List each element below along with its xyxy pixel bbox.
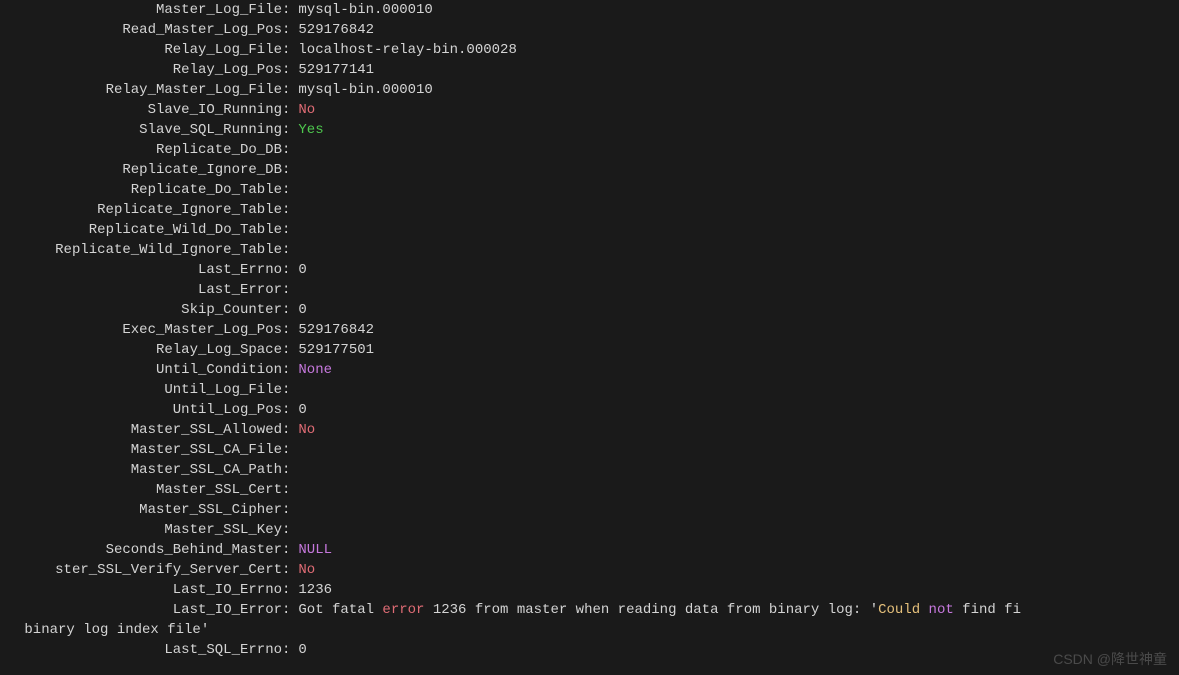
status-value: [290, 240, 298, 260]
status-label: Master_SSL_CA_Path: [0, 460, 282, 480]
status-value: NULL: [290, 540, 332, 560]
status-row-last-sql-errno: Last_SQL_Errno:0: [0, 640, 1179, 660]
status-value: [290, 380, 298, 400]
status-value: [290, 480, 298, 500]
status-value: [290, 200, 298, 220]
status-value: 529177141: [290, 60, 374, 80]
status-row: Last_Error:: [0, 280, 1179, 300]
status-label: Master_SSL_CA_File: [0, 440, 282, 460]
status-label: Relay_Master_Log_File: [0, 80, 282, 100]
status-value: [290, 440, 298, 460]
status-row: Relay_Master_Log_File:mysql-bin.000010: [0, 80, 1179, 100]
status-row: Master_SSL_CA_Path:: [0, 460, 1179, 480]
status-value: [290, 500, 298, 520]
status-value: 0: [290, 640, 306, 660]
status-label: Last_IO_Errno: [0, 580, 282, 600]
status-row: Replicate_Ignore_Table:: [0, 200, 1179, 220]
status-label: Exec_Master_Log_Pos: [0, 320, 282, 340]
status-value: 0: [290, 400, 306, 420]
status-label: Slave_SQL_Running: [0, 120, 282, 140]
status-value: mysql-bin.000010: [290, 0, 432, 20]
status-value: [290, 140, 298, 160]
status-row: Relay_Log_Pos:529177141: [0, 60, 1179, 80]
status-label: Last_IO_Error: [0, 600, 282, 620]
status-row: Relay_Log_File:localhost-relay-bin.00002…: [0, 40, 1179, 60]
status-row: Replicate_Ignore_DB:: [0, 160, 1179, 180]
status-row: Exec_Master_Log_Pos:529176842: [0, 320, 1179, 340]
status-row: Until_Log_Pos:0: [0, 400, 1179, 420]
status-label: Last_SQL_Errno: [0, 640, 282, 660]
status-label: Relay_Log_File: [0, 40, 282, 60]
status-row: Master_Log_File:mysql-bin.000010: [0, 0, 1179, 20]
status-row: Slave_IO_Running:No: [0, 100, 1179, 120]
status-value: [290, 220, 298, 240]
status-row: Until_Log_File:: [0, 380, 1179, 400]
status-label: Master_Log_File: [0, 0, 282, 20]
status-label: Replicate_Ignore_DB: [0, 160, 282, 180]
status-row: Master_SSL_Allowed:No: [0, 420, 1179, 440]
status-label: Replicate_Do_DB: [0, 140, 282, 160]
status-value: No: [290, 560, 315, 580]
status-value: 0: [290, 300, 306, 320]
status-value: 529177501: [290, 340, 374, 360]
status-label: Master_SSL_Cert: [0, 480, 282, 500]
status-value: 1236: [290, 580, 332, 600]
status-row: Last_IO_Errno:1236: [0, 580, 1179, 600]
status-row: Slave_SQL_Running:Yes: [0, 120, 1179, 140]
status-row: Relay_Log_Space:529177501: [0, 340, 1179, 360]
status-label: Master_SSL_Allowed: [0, 420, 282, 440]
status-value: localhost-relay-bin.000028: [290, 40, 516, 60]
status-label: Replicate_Wild_Do_Table: [0, 220, 282, 240]
status-row: Replicate_Do_Table:: [0, 180, 1179, 200]
status-row: Read_Master_Log_Pos:529176842: [0, 20, 1179, 40]
status-label: Last_Errno: [0, 260, 282, 280]
status-row: Skip_Counter:0: [0, 300, 1179, 320]
status-label: Last_Error: [0, 280, 282, 300]
status-row: Master_SSL_Cipher:: [0, 500, 1179, 520]
status-value: [290, 160, 298, 180]
status-label: Master_SSL_Cipher: [0, 500, 282, 520]
status-row-last-io-error: Last_IO_Error:Got fatal error 1236 from …: [0, 600, 1179, 620]
status-label: Seconds_Behind_Master: [0, 540, 282, 560]
status-row: Replicate_Wild_Ignore_Table:: [0, 240, 1179, 260]
status-label: Replicate_Wild_Ignore_Table: [0, 240, 282, 260]
status-value: 529176842: [290, 320, 374, 340]
status-label: Until_Log_Pos: [0, 400, 282, 420]
status-row: Master_SSL_Cert:: [0, 480, 1179, 500]
status-value: [290, 520, 298, 540]
terminal-output: Master_Log_File:mysql-bin.000010Read_Mas…: [0, 0, 1179, 660]
status-value: 529176842: [290, 20, 374, 40]
status-label: Until_Log_File: [0, 380, 282, 400]
status-value: mysql-bin.000010: [290, 80, 432, 100]
status-label: Until_Condition: [0, 360, 282, 380]
status-row: Seconds_Behind_Master:NULL: [0, 540, 1179, 560]
status-label: Relay_Log_Pos: [0, 60, 282, 80]
status-value: None: [290, 360, 332, 380]
status-value: No: [290, 420, 315, 440]
status-value: [290, 280, 298, 300]
status-label: Master_SSL_Key: [0, 520, 282, 540]
watermark-text: CSDN @降世神童: [1053, 649, 1167, 669]
status-value: Got fatal error 1236 from master when re…: [290, 600, 1021, 620]
status-value: [290, 180, 298, 200]
status-row: Replicate_Wild_Do_Table:: [0, 220, 1179, 240]
status-label: Replicate_Do_Table: [0, 180, 282, 200]
status-value: Yes: [290, 120, 323, 140]
status-label: Read_Master_Log_Pos: [0, 20, 282, 40]
status-label: ster_SSL_Verify_Server_Cert: [0, 560, 282, 580]
status-value: 0: [290, 260, 306, 280]
status-value: No: [290, 100, 315, 120]
status-value: [290, 460, 298, 480]
status-row: Last_Errno:0: [0, 260, 1179, 280]
status-row: Replicate_Do_DB:: [0, 140, 1179, 160]
status-label: Skip_Counter: [0, 300, 282, 320]
status-row: Until_Condition:None: [0, 360, 1179, 380]
status-row: ster_SSL_Verify_Server_Cert:No: [0, 560, 1179, 580]
status-label: Replicate_Ignore_Table: [0, 200, 282, 220]
status-label: Slave_IO_Running: [0, 100, 282, 120]
status-label: Relay_Log_Space: [0, 340, 282, 360]
status-row: Master_SSL_CA_File:: [0, 440, 1179, 460]
status-row-continuation: binary log index file': [0, 620, 1179, 640]
status-row: Master_SSL_Key:: [0, 520, 1179, 540]
